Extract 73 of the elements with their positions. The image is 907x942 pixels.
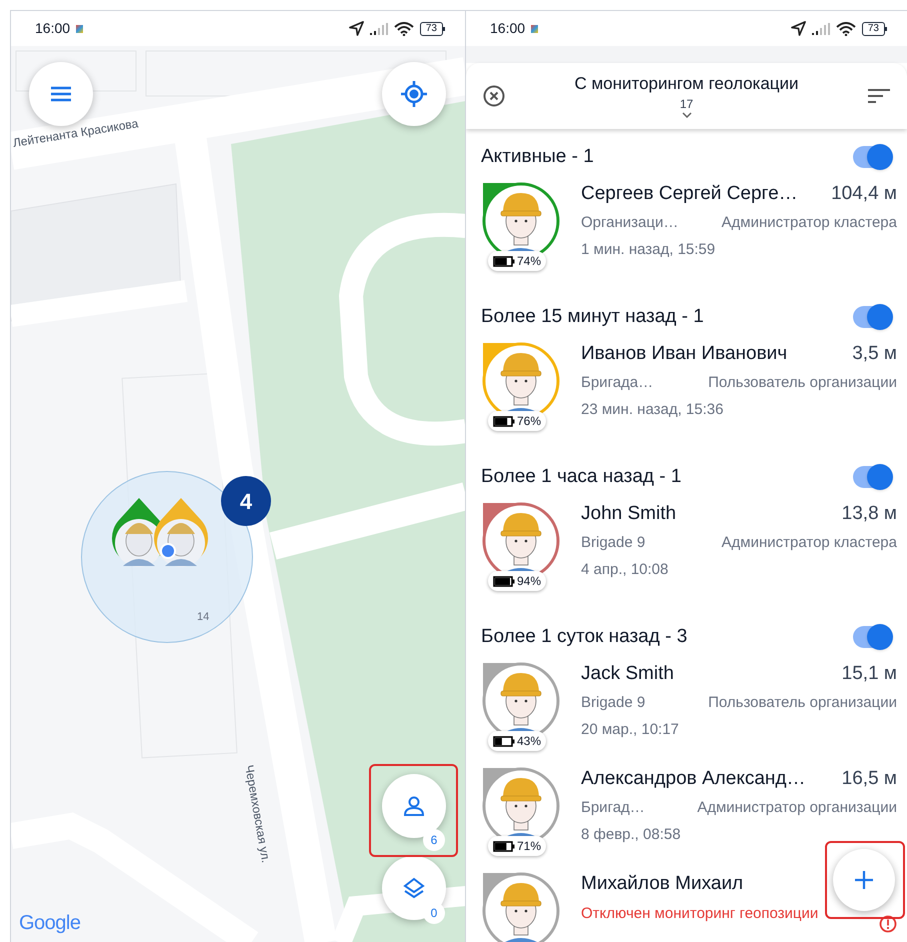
battery-icon (493, 840, 515, 852)
wifi-icon (836, 22, 856, 36)
warning-icon (879, 915, 897, 933)
battery-level: 43% (517, 733, 542, 750)
role: Администратор кластера (722, 532, 897, 553)
radius-label: 14 (197, 610, 210, 625)
group-title: Активные - 1 (481, 144, 594, 169)
sort-icon (868, 89, 890, 103)
plus-icon (854, 870, 874, 890)
team-name: Бригада… (581, 372, 654, 393)
group-title: Более 1 суток назад - 3 (481, 624, 688, 649)
person-name[interactable]: Иванов Иван Иванович (581, 340, 788, 368)
person-name[interactable]: Jack Smith (581, 660, 674, 688)
layers-icon (403, 877, 425, 899)
wifi-icon (394, 22, 414, 36)
street-label: Черемховская ул. (241, 763, 274, 864)
map-logo: Google (19, 911, 80, 936)
location-arrow-icon (790, 21, 806, 36)
team-name: Бригад… (581, 798, 645, 818)
battery-level: 94% (517, 573, 542, 590)
person-name[interactable]: John Smith (581, 500, 676, 528)
close-button[interactable] (482, 84, 506, 108)
team-name: Brigade 9 (581, 532, 646, 553)
last-seen: 20 мар., 10:17 (581, 720, 680, 740)
distance: 3,5 м (852, 342, 897, 366)
person-icon (403, 795, 425, 817)
group-title: Более 1 часа назад - 1 (481, 464, 682, 489)
group-toggle[interactable] (853, 306, 891, 328)
close-icon (483, 85, 505, 107)
warning-text: Отключен мониторинг геопозиции (581, 904, 818, 924)
distance: 16,5 м (842, 766, 897, 791)
app-icon (531, 24, 538, 32)
group-toggle[interactable] (853, 466, 891, 488)
menu-icon (50, 86, 72, 102)
status-time: 16:00 (35, 19, 70, 38)
header-title: С мониторингом геолокации (574, 74, 799, 94)
battery-icon (493, 416, 515, 426)
group-title: Более 15 минут назад - 1 (481, 304, 704, 329)
app-icon (76, 24, 84, 32)
last-seen: 8 февр., 08:58 (581, 825, 682, 845)
last-seen: 23 мин. назад, 15:36 (581, 400, 724, 420)
battery-level: 71% (517, 838, 542, 855)
person-name[interactable]: Михайлов Михаил (581, 870, 744, 898)
chevron-down-icon[interactable] (682, 112, 692, 118)
role: Пользователь организации (708, 692, 897, 713)
role: Администратор организации (697, 798, 897, 818)
role: Пользователь организации (708, 372, 897, 393)
last-seen: 1 мин. назад, 15:59 (581, 240, 716, 260)
last-seen: 4 апр., 10:08 (581, 560, 670, 580)
my-location-icon (400, 80, 428, 108)
team-name: Организаци… (581, 212, 678, 233)
battery-level: 76% (517, 413, 542, 430)
person-name[interactable]: Сергеев Сергей Серге… (581, 180, 798, 208)
team-name: Brigade 9 (581, 692, 646, 713)
battery-indicator: 73 (420, 22, 443, 36)
role: Администратор кластера (722, 212, 897, 233)
battery-indicator: 73 (862, 22, 885, 36)
signal-icon (812, 22, 830, 34)
signal-icon (370, 22, 388, 34)
person-name[interactable]: Александров Александ… (581, 764, 806, 794)
location-arrow-icon (348, 21, 364, 36)
street-label: Лейтенанта Красикова (12, 115, 140, 152)
battery-icon (493, 736, 515, 746)
status-time: 16:00 (490, 19, 526, 38)
distance: 15,1 м (842, 662, 897, 686)
header-count: 17 (680, 96, 694, 112)
group-toggle[interactable] (853, 626, 891, 648)
battery-icon (493, 256, 515, 266)
battery-icon (493, 576, 515, 586)
group-toggle[interactable] (853, 146, 891, 168)
battery-level: 74% (517, 253, 542, 270)
distance: 13,8 м (842, 502, 897, 526)
distance: 104,4 м (831, 182, 897, 206)
